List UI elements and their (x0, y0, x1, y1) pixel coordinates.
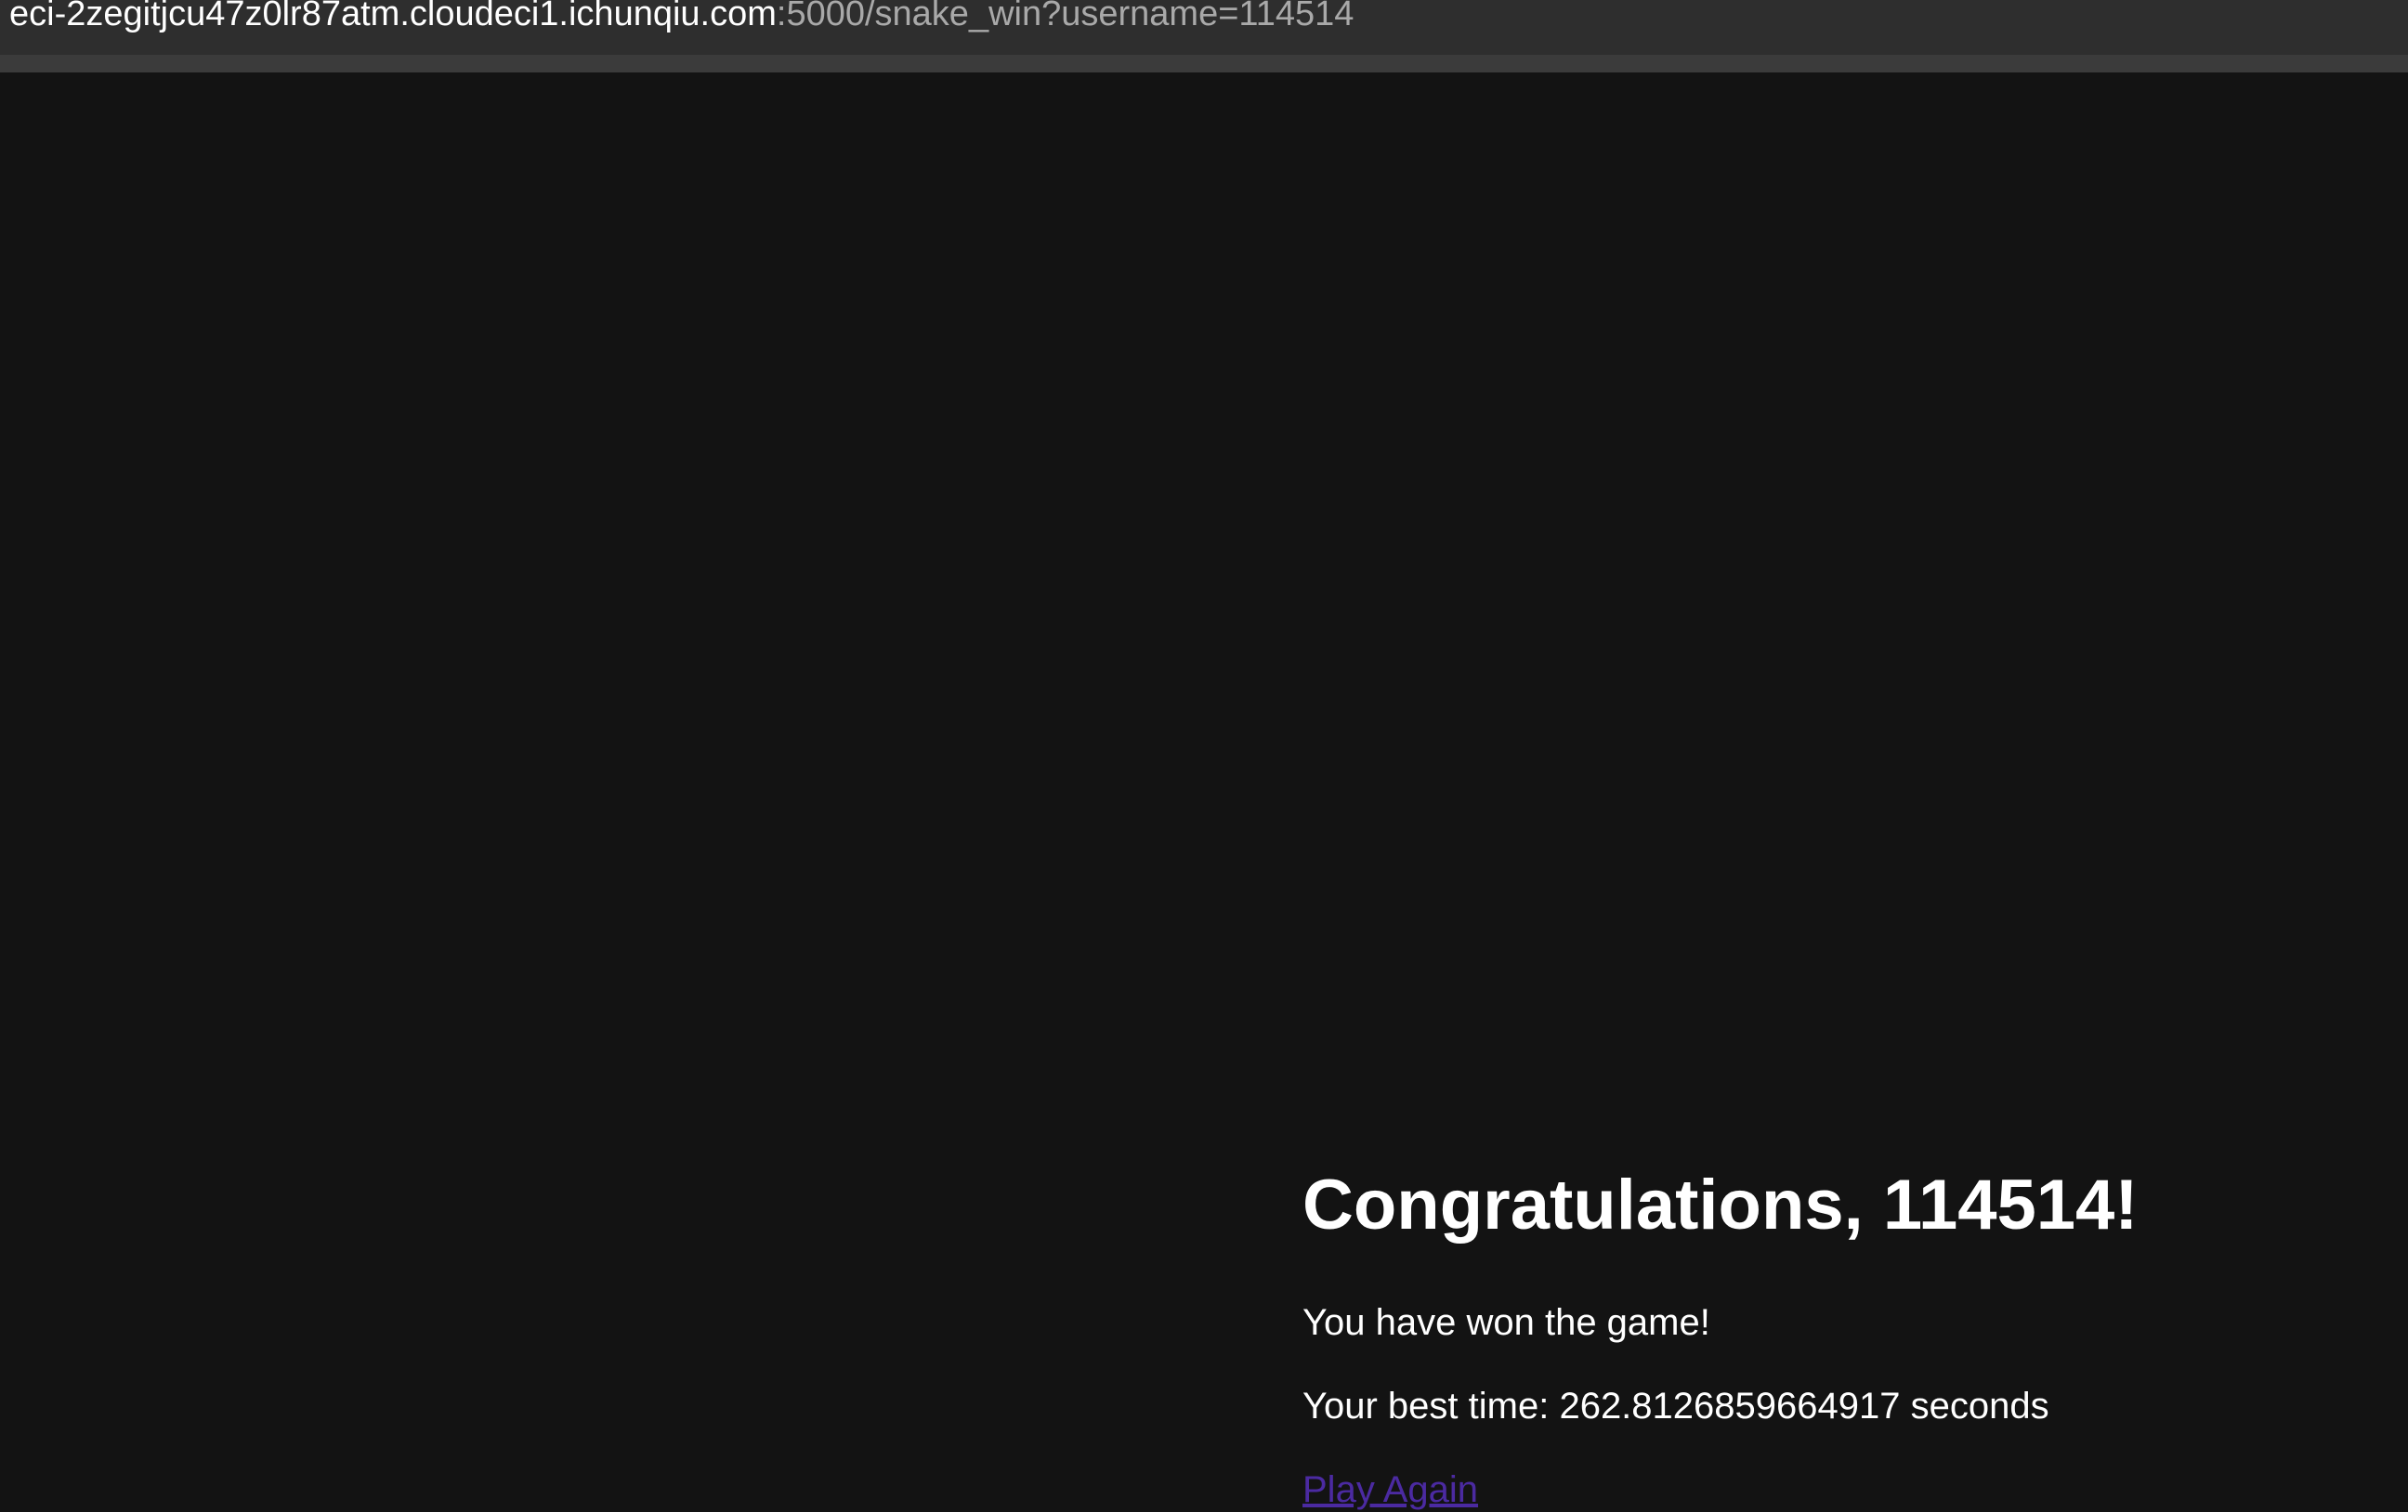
page-content: Congratulations, 114514! You have won th… (0, 72, 2408, 1510)
url-text[interactable]: eci-2zegitjcu47z0lr87atm.cloudeci1.ichun… (9, 0, 1354, 37)
toolbar-strip (0, 55, 2408, 72)
best-time-text: Your best time: 262.8126859664917 second… (1302, 1386, 2049, 1427)
win-panel: Congratulations, 114514! You have won th… (1302, 1159, 2139, 1510)
play-again-link[interactable]: Play Again (1302, 1467, 1478, 1512)
url-host: eci-2zegitjcu47z0lr87atm.cloudeci1.ichun… (9, 0, 777, 33)
address-bar[interactable]: eci-2zegitjcu47z0lr87atm.cloudeci1.ichun… (0, 0, 2408, 55)
page-title: Congratulations, 114514! (1302, 1166, 2139, 1245)
url-path: :5000/snake_win?username=114514 (776, 0, 1354, 33)
won-message: You have won the game! (1302, 1302, 1710, 1343)
